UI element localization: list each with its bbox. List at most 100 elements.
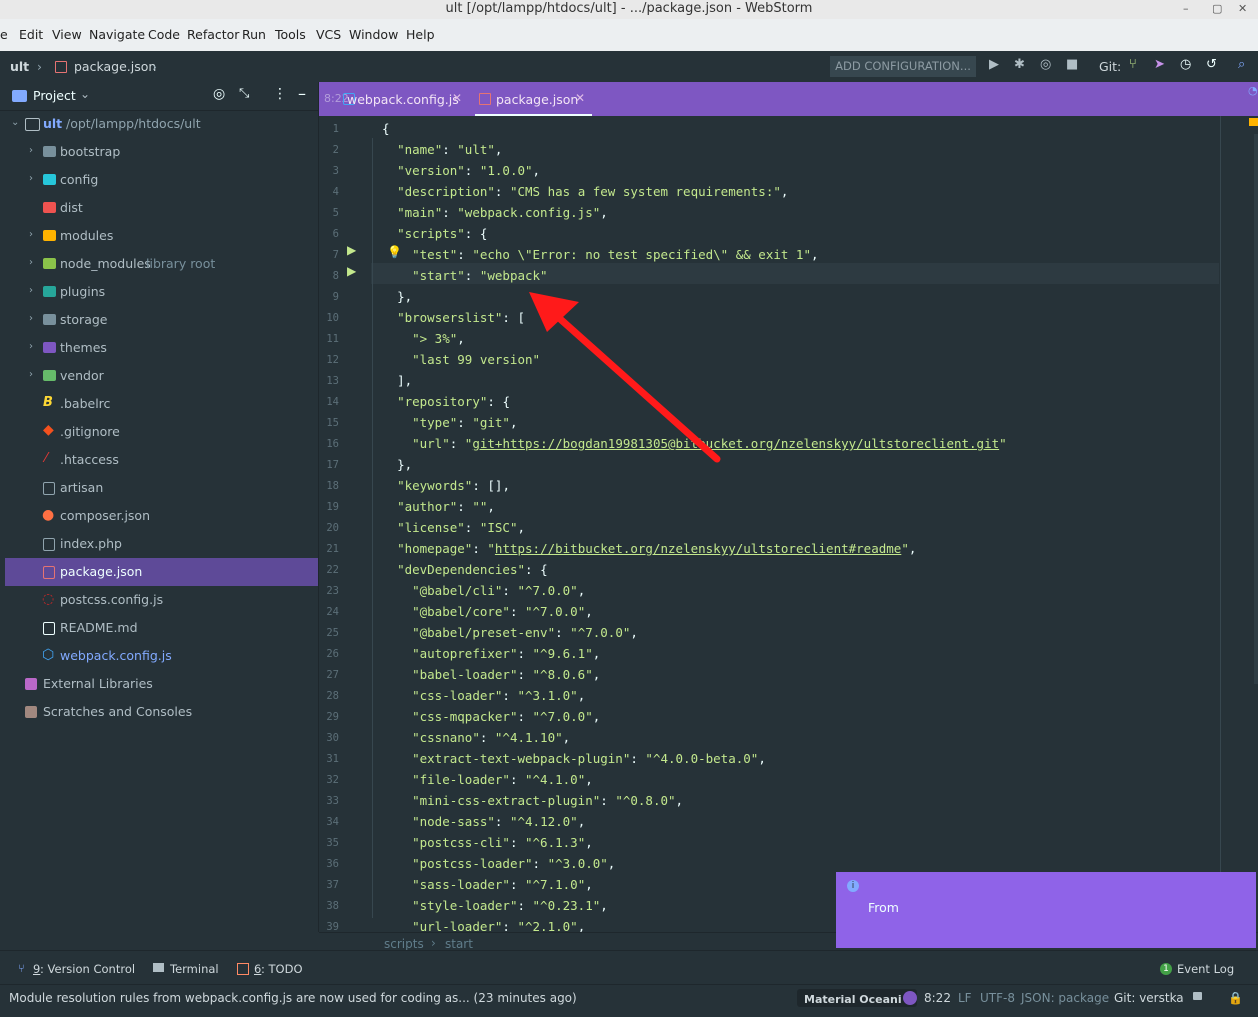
code-line[interactable]: "sass-loader": "^7.1.0", [382,877,593,892]
menu-vcs[interactable]: VCS [316,27,341,42]
code-line[interactable]: "@babel/preset-env": "^7.0.0", [382,625,638,640]
chevron-right-icon[interactable]: › [29,145,33,156]
locate-icon[interactable]: ◎ [213,86,225,102]
tree-item-postcss-config[interactable]: ◌ postcss.config.js [0,586,318,614]
tree-item-babelrc[interactable]: B .babelrc [0,390,318,418]
json-schema[interactable]: JSON: package [1021,991,1109,1005]
coverage-icon[interactable]: ◎ [1040,57,1051,72]
add-configuration-button[interactable]: ADD CONFIGURATION... [830,56,976,77]
code-line[interactable]: "name": "ult", [382,142,502,157]
scrollbar-thumb[interactable] [1254,134,1258,684]
menu-edit[interactable]: Edit [19,27,43,42]
project-view-title[interactable]: Project [33,88,76,103]
run-script-icon[interactable]: ▶ [347,264,356,278]
file-encoding[interactable]: UTF-8 [980,991,1015,1005]
code-line[interactable]: "repository": { [382,394,510,409]
stop-icon[interactable]: ■ [1066,57,1078,72]
git-update-icon[interactable]: ⑂ [1129,57,1137,72]
tool-event-log[interactable]: Event Log [1177,962,1234,976]
tree-item-gitignore[interactable]: ◆ .gitignore [0,418,318,446]
tree-item-node-modules[interactable]: › node_modules library root [0,250,318,278]
search-icon[interactable]: ⌕ [1238,57,1245,72]
debug-icon[interactable]: ✱ [1014,57,1025,72]
code-line[interactable]: "node-sass": "^4.12.0", [382,814,585,829]
code-line[interactable]: "css-mqpacker": "^7.0.0", [382,709,600,724]
collapse-icon[interactable]: ⤡ [239,86,249,101]
menu-code[interactable]: Code [148,27,180,42]
code-line[interactable]: "babel-loader": "^8.0.6", [382,667,600,682]
code-line[interactable]: "@babel/cli": "^7.0.0", [382,583,585,598]
menu-run[interactable]: Run [242,27,266,42]
chevron-right-icon[interactable]: › [29,229,33,240]
lightbulb-icon[interactable]: 💡 [387,245,402,259]
menu-help[interactable]: Help [406,27,435,42]
code-line[interactable]: { [382,121,390,136]
lock-icon[interactable] [1193,992,1202,1000]
code-line[interactable]: "cssnano": "^4.1.10", [382,730,570,745]
code-line[interactable]: "style-loader": "^0.23.1", [382,898,608,913]
code-line[interactable]: "author": "", [382,499,495,514]
close-tab-icon[interactable]: ✕ [575,91,585,105]
code-line[interactable]: "last 99 version" [382,352,540,367]
tree-item-external-libraries[interactable]: External Libraries [0,670,318,698]
tab-webpack-config[interactable]: 8:22 webpack.config.js ✕ [319,82,471,116]
caret-position[interactable]: 8:22 [924,991,951,1005]
chevron-right-icon[interactable]: › [29,173,33,184]
tool-version-control[interactable]: : Version Control [40,962,135,976]
code-line[interactable]: "css-loader": "^3.1.0", [382,688,585,703]
code-line[interactable]: "homepage": "https://bitbucket.org/nzele… [382,541,916,556]
tree-item-composer[interactable]: ● composer.json [0,502,318,530]
tree-item-storage[interactable]: › storage [0,306,318,334]
menu-refactor[interactable]: Refactor [187,27,239,42]
code-line[interactable]: "@babel/core": "^7.0.0", [382,604,593,619]
minimize-icon[interactable]: – [1183,0,1189,17]
tree-item-package-json[interactable]: package.json [5,558,318,586]
chevron-right-icon[interactable]: › [29,313,33,324]
history-icon[interactable]: ◷ [1180,57,1191,72]
close-window-icon[interactable]: ✕ [1238,0,1247,17]
tree-item-themes[interactable]: › themes [0,334,318,362]
menu-window[interactable]: Window [349,27,398,42]
chevron-right-icon[interactable]: › [29,341,33,352]
menu-navigate[interactable]: Navigate [89,27,145,42]
code-line[interactable]: "type": "git", [382,415,517,430]
tree-item-webpack-config[interactable]: ⬡ webpack.config.js [0,642,318,670]
code-line[interactable]: "> 3%", [382,331,465,346]
tree-item-artisan[interactable]: artisan [0,474,318,502]
code-line[interactable]: "description": "CMS has a few system req… [382,184,788,199]
code-line[interactable]: "mini-css-extract-plugin": "^0.8.0", [382,793,683,808]
close-tab-icon[interactable]: ✕ [452,91,462,105]
code-line[interactable]: "test": "echo \"Error: no test specified… [382,247,818,262]
code-line[interactable]: "extract-text-webpack-plugin": "^4.0.0-b… [382,751,766,766]
nav-file[interactable]: package.json [74,59,156,74]
code-line[interactable]: "keywords": [], [382,478,510,493]
chevron-down-icon[interactable]: ⌄ [11,117,19,128]
code-line[interactable]: "autoprefixer": "^9.6.1", [382,646,600,661]
code-line[interactable]: "version": "1.0.0", [382,163,540,178]
run-script-icon[interactable]: ▶ [347,243,356,257]
chevron-right-icon[interactable]: › [29,369,33,380]
tree-item-bootstrap[interactable]: › bootstrap [0,138,318,166]
git-branch[interactable]: Git: verstka [1114,991,1184,1005]
code-line[interactable]: "file-loader": "^4.1.0", [382,772,593,787]
tree-item-vendor[interactable]: › vendor [0,362,318,390]
run-icon[interactable]: ▶ [989,57,999,72]
breadcrumb-item[interactable]: scripts [384,937,424,951]
code-line[interactable]: "devDependencies": { [382,562,548,577]
code-line[interactable]: "license": "ISC", [382,520,525,535]
chevron-down-icon[interactable]: ⌄ [80,87,90,101]
chevron-right-icon[interactable]: › [29,285,33,296]
code-line[interactable]: "postcss-cli": "^6.1.3", [382,835,593,850]
maximize-icon[interactable]: ▢ [1212,0,1222,17]
tree-item-index-php[interactable]: index.php [0,530,318,558]
line-separator[interactable]: LF [958,991,972,1005]
code-line[interactable]: ], [382,373,412,388]
git-push-icon[interactable]: ➤ [1154,57,1165,72]
tool-todo[interactable]: : TODO [261,962,303,976]
tree-item-htaccess[interactable]: ⁄ .htaccess [0,446,318,474]
tree-item-readme[interactable]: README.md [0,614,318,642]
code-line[interactable]: "browserslist": [ [382,310,525,325]
tree-item-scratches[interactable]: Scratches and Consoles [0,698,318,726]
hide-panel-icon[interactable]: – [298,84,306,103]
breadcrumb-item[interactable]: start [445,937,473,951]
